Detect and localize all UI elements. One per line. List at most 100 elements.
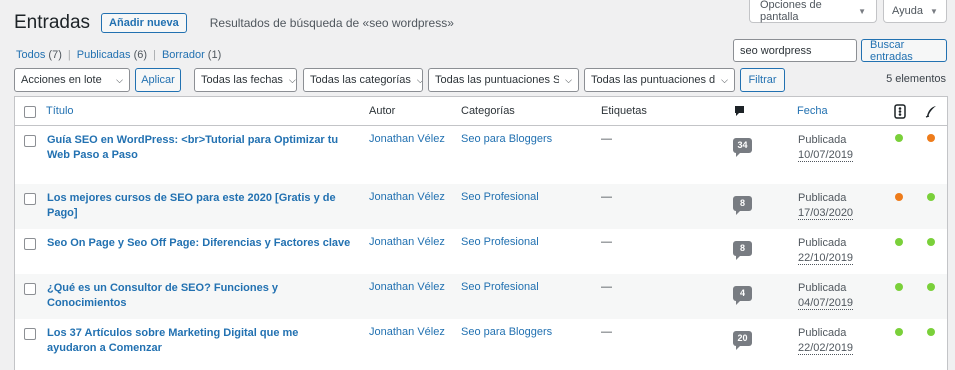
- post-date-value: 22/10/2019: [798, 252, 854, 265]
- comment-count-bubble[interactable]: 8: [733, 241, 752, 260]
- row-checkbox[interactable]: [24, 283, 36, 295]
- table-row: Los mejores cursos de SEO para este 2020…: [15, 184, 947, 229]
- bulk-actions-select[interactable]: Acciones en lote ⌵: [14, 68, 130, 92]
- author-link[interactable]: Jonathan Vélez: [369, 326, 445, 338]
- apply-button[interactable]: Aplicar: [135, 68, 181, 92]
- table-header: Título Autor Categorías Etiquetas Fecha: [15, 97, 947, 126]
- tags-value: —: [601, 236, 612, 248]
- column-date[interactable]: Fecha: [797, 105, 828, 117]
- post-date-value: 22/02/2019: [798, 342, 854, 355]
- view-all[interactable]: Todos (7): [16, 49, 62, 61]
- author-link[interactable]: Jonathan Vélez: [369, 236, 445, 248]
- view-published[interactable]: Publicadas (6): [77, 49, 147, 61]
- comment-count-bubble[interactable]: 34: [733, 138, 752, 157]
- post-title-link[interactable]: Los mejores cursos de SEO para este 2020…: [47, 191, 357, 221]
- category-filter-select[interactable]: Todas las categorías ⌵: [303, 68, 423, 92]
- post-date: Publicada 22/02/2019: [798, 326, 854, 356]
- search-input[interactable]: [733, 39, 857, 62]
- category-link[interactable]: Seo para Bloggers: [461, 133, 552, 145]
- column-tags: Etiquetas: [601, 105, 647, 117]
- help-label: Ayuda: [892, 5, 924, 17]
- view-label: Todos: [16, 49, 46, 61]
- view-label: Publicadas: [76, 49, 131, 61]
- tags-value: —: [601, 133, 612, 145]
- post-date-value: 17/03/2020: [798, 207, 854, 220]
- view-count: (1): [207, 49, 222, 61]
- status-views: Todos (7) | Publicadas (6) | Borrador (1…: [16, 49, 221, 61]
- caret-down-icon: ▼: [858, 6, 866, 16]
- comment-count-bubble[interactable]: 20: [733, 331, 752, 350]
- author-link[interactable]: Jonathan Vélez: [369, 133, 445, 145]
- post-date: Publicada 17/03/2020: [798, 191, 854, 221]
- row-checkbox[interactable]: [24, 135, 36, 147]
- help-button[interactable]: Ayuda ▼: [883, 0, 947, 23]
- view-draft[interactable]: Borrador (1): [162, 49, 221, 61]
- chevron-down-icon: ⌵: [721, 74, 728, 85]
- chevron-down-icon: ⌵: [116, 74, 123, 85]
- seo-score-dot: [895, 134, 903, 142]
- seo-score-dot: [895, 193, 903, 201]
- view-count: (7): [48, 49, 62, 61]
- post-title-link[interactable]: ¿Qué es un Consultor de SEO? Funciones y…: [47, 281, 357, 311]
- search-box: Buscar entradas: [733, 39, 947, 63]
- post-status: Publicada: [798, 237, 847, 249]
- page-title: Entradas: [14, 12, 91, 33]
- select-value: Todas las fechas: [201, 74, 283, 86]
- row-checkbox[interactable]: [24, 238, 36, 250]
- seo-score-dot: [895, 238, 903, 246]
- date-filter-select[interactable]: Todas las fechas ⌵: [194, 68, 297, 92]
- post-status: Publicada: [798, 134, 847, 146]
- seo-score-dot: [895, 328, 903, 336]
- readability-score-dot: [927, 193, 935, 201]
- select-value: Todas las categorías: [310, 74, 411, 86]
- readability-score-dot: [927, 328, 935, 336]
- filter-button[interactable]: Filtrar: [740, 68, 785, 92]
- screen-options-button[interactable]: Opciones de pantalla ▼: [749, 0, 877, 23]
- tags-value: —: [601, 326, 612, 338]
- post-date-value: 04/07/2019: [798, 297, 854, 310]
- readability-score-dot: [927, 283, 935, 291]
- category-link[interactable]: Seo Profesional: [461, 281, 539, 293]
- category-link[interactable]: Seo Profesional: [461, 191, 539, 203]
- row-checkbox[interactable]: [24, 328, 36, 340]
- screen-meta: Opciones de pantalla ▼ Ayuda ▼: [749, 0, 947, 23]
- post-status: Publicada: [798, 327, 847, 339]
- column-author: Autor: [369, 105, 396, 117]
- column-title[interactable]: Título: [46, 105, 74, 117]
- post-date: Publicada 22/10/2019: [798, 236, 854, 266]
- table-row: ¿Qué es un Consultor de SEO? Funciones y…: [15, 274, 947, 319]
- post-title-link[interactable]: Los 37 Artículos sobre Marketing Digital…: [47, 326, 347, 356]
- seo-score-filter-select[interactable]: Todas las puntuaciones SEO ⌵: [428, 68, 579, 92]
- author-link[interactable]: Jonathan Vélez: [369, 191, 445, 203]
- table-row: Seo On Page y Seo Off Page: Diferencias …: [15, 229, 947, 274]
- posts-table: Título Autor Categorías Etiquetas Fecha …: [14, 96, 948, 370]
- category-link[interactable]: Seo para Bloggers: [461, 326, 552, 338]
- category-link[interactable]: Seo Profesional: [461, 236, 539, 248]
- title-row: Entradas Añadir nueva Resultados de búsq…: [14, 12, 454, 34]
- comment-count-bubble[interactable]: 8: [733, 196, 752, 215]
- table-row: Los 37 Artículos sobre Marketing Digital…: [15, 319, 947, 369]
- post-title-link[interactable]: Seo On Page y Seo Off Page: Diferencias …: [47, 236, 357, 251]
- readability-filter-select[interactable]: Todas las puntuaciones de ⌵: [584, 68, 735, 92]
- chevron-down-icon: ⌵: [417, 75, 422, 86]
- post-status: Publicada: [798, 282, 847, 294]
- search-posts-button[interactable]: Buscar entradas: [861, 39, 947, 63]
- view-count: (6): [133, 49, 148, 61]
- comment-count-bubble[interactable]: 4: [733, 286, 752, 305]
- post-date: Publicada 10/07/2019: [798, 133, 854, 163]
- post-date-value: 10/07/2019: [798, 149, 854, 162]
- readability-score-dot: [927, 238, 935, 246]
- table-row: Guía SEO en WordPress: <br>Tutorial para…: [15, 126, 947, 184]
- add-new-button[interactable]: Añadir nueva: [101, 13, 187, 33]
- readability-score-dot: [927, 134, 935, 142]
- select-all-checkbox[interactable]: [24, 106, 36, 118]
- readability-icon[interactable]: [925, 105, 937, 121]
- view-label: Borrador: [161, 49, 205, 61]
- comment-icon[interactable]: [734, 105, 745, 120]
- post-title-link[interactable]: Guía SEO en WordPress: <br>Tutorial para…: [47, 133, 347, 163]
- row-checkbox[interactable]: [24, 193, 36, 205]
- seo-score-icon[interactable]: [894, 104, 906, 122]
- seo-score-dot: [895, 283, 903, 291]
- post-status: Publicada: [798, 192, 847, 204]
- author-link[interactable]: Jonathan Vélez: [369, 281, 445, 293]
